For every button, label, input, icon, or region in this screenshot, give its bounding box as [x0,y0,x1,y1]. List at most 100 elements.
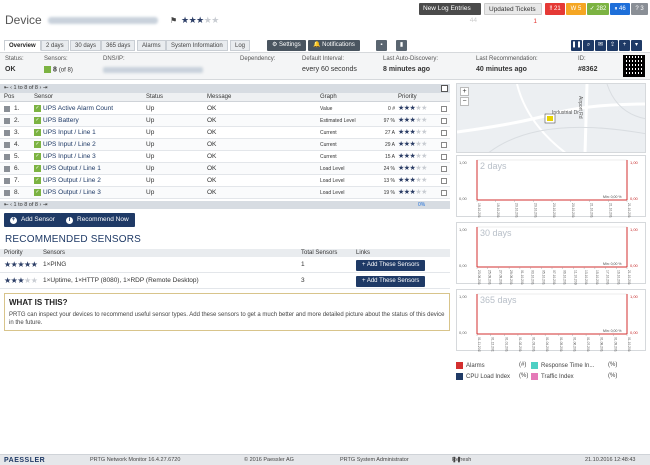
table-pager-bottom[interactable]: ⇤ ‹ 1 to 8 of 8 › ⇥ 0% [0,201,450,209]
graph-0[interactable]: 2 days 1,00 0,00 1,00 0,00 Min: 0,00 % 19.10.2… [456,155,646,229]
scan-icon[interactable]: ⌕ [583,40,594,51]
sensor-name-link[interactable]: UPS Output / Line 1 [43,163,101,175]
add-icon[interactable]: + [619,40,630,51]
new-log-entries-button[interactable]: New Log Entries 44 [419,3,481,24]
settings-button[interactable]: ⚙ Settings [267,40,306,51]
footer: PAESSLER PRTG Network Monitor 16.4.27.67… [0,454,650,465]
tab-log[interactable]: Log [230,40,251,51]
page-title-text: Device [5,13,42,27]
sensor-priority-stars[interactable]: ★★★ ★★ [398,175,427,187]
table-row[interactable]: 5. ✓ UPS Input / Line 3 Up OK Current 15 A ★★★ ★… [0,151,450,163]
row-checkbox[interactable] [441,178,447,184]
status-red-badge[interactable]: ‼ 21 [545,3,565,15]
more-icon[interactable]: ▾ [631,40,642,51]
pause-icon[interactable]: ❚❚ [571,40,582,51]
table-row[interactable]: 7. ✓ UPS Output / Line 2 Up OK Load Level 13 %… [0,175,450,187]
graph-2[interactable]: 365 days 1,00 0,00 1,00 0,00 Min: 0,00 % 01.11… [456,289,646,354]
footer-version[interactable]: PRTG Network Monitor 16.4.27.6720 [90,455,180,465]
notifications-button[interactable]: 🔔 Notifications [308,40,360,51]
row-checkbox[interactable] [441,190,447,196]
table-settings-icon[interactable] [441,85,448,92]
drag-handle-icon[interactable] [4,166,10,172]
sensor-name-link[interactable]: UPS Active Alarm Count [43,103,113,115]
table-row[interactable]: 4. ✓ UPS Input / Line 2 Up OK Current 29 A ★★★ ★… [0,139,450,151]
flag-icon[interactable]: ⚑ [170,16,177,25]
table-row[interactable]: 8. ✓ UPS Output / Line 3 Up OK Load Level 19 %… [0,187,450,199]
tab-system-information[interactable]: System Information [166,40,228,51]
email-icon[interactable]: ✉ [595,40,606,51]
x-tick-label: 17.10.2016 [606,270,610,285]
sensor-name-link[interactable]: UPS Input / Line 2 [43,139,96,151]
drag-handle-icon[interactable] [4,130,10,136]
table-row[interactable]: 3. ✓ UPS Input / Line 1 Up OK Current 27 A ★★★ ★… [0,127,450,139]
footer-user[interactable]: PRTG System Administrator [340,455,409,465]
graph-1[interactable]: 30 days 1,00 0,00 1,00 0,00 Min: 0,00 % 23.09.… [456,222,646,287]
add-these-sensors-button[interactable]: + Add These Sensors [356,276,426,287]
tab-2-days[interactable]: 2 days [41,40,69,51]
table-row[interactable]: 2. ✓ UPS Battery Up OK Estimated Level 97 % ★★★… [0,115,450,127]
pager-prev-icon[interactable]: ⇤ ‹ [4,85,14,91]
col-sensor[interactable]: Sensor [34,93,53,102]
status-yellow-badge[interactable]: W 5 [566,3,586,15]
pager-next-icon[interactable]: › ⇥ [38,85,47,91]
row-checkbox[interactable] [441,106,447,112]
sensor-priority-stars[interactable]: ★★★ ★★ [398,139,427,151]
drag-handle-icon[interactable] [4,178,10,184]
device-map[interactable]: + − Industrial Dr Airport Rd [456,83,646,153]
table-row[interactable]: 1. ✓ UPS Active Alarm Count Up OK Value 0 # ★★★… [0,103,450,115]
drag-handle-icon[interactable] [4,142,10,148]
sensor-priority-stars[interactable]: ★★★ ★★ [398,187,427,199]
status-green-badge[interactable]: ✓ 282 [587,3,609,15]
recommend-now-button[interactable]: i Recommend Now [60,213,135,227]
status-gray-badge[interactable]: ? 3 [631,3,648,15]
tab-365-days[interactable]: 365 days [101,40,136,51]
paessler-logo[interactable]: PAESSLER [4,455,45,465]
sensor-name-link[interactable]: UPS Battery [43,115,79,127]
drag-handle-icon[interactable] [4,106,10,112]
comments-icon[interactable]: ▪ [376,40,387,51]
sensor-name-link[interactable]: UPS Input / Line 1 [43,127,96,139]
add-these-sensors-button[interactable]: + Add These Sensors [356,260,426,271]
table-row[interactable]: 6. ✓ UPS Output / Line 1 Up OK Load Level 24 %… [0,163,450,175]
delete-icon[interactable]: ▮ [396,40,407,51]
sensor-priority-stars[interactable]: ★★★ ★★ [398,151,427,163]
updated-tickets-button[interactable]: Updated Tickets 1 [484,3,542,25]
status-blue-badge[interactable]: ⏸ 46 [610,3,630,15]
row-checkbox[interactable] [441,142,447,148]
sensor-priority-stars[interactable]: ★★★ ★★ [398,163,427,175]
device-priority-stars[interactable]: ★★★★★ [181,15,219,26]
zoom-in-button[interactable]: + [460,87,469,96]
row-pos: 2. [14,117,20,124]
col-status[interactable]: Status [146,93,163,102]
zoom-out-button[interactable]: − [460,97,469,106]
drag-handle-icon[interactable] [4,190,10,196]
row-checkbox[interactable] [441,154,447,160]
col-pos[interactable]: Pos [4,93,14,102]
row-checkbox[interactable] [441,130,447,136]
sensor-name-link[interactable]: UPS Output / Line 2 [43,175,101,187]
drag-handle-icon[interactable] [4,154,10,160]
pager-prev-icon-bottom[interactable]: ⇤ ‹ [4,202,14,208]
graph-min-note: Min: 0,00 % [603,329,621,333]
col-priority[interactable]: Priority [398,93,417,102]
sensor-priority-stars[interactable]: ★★★ ★★ [398,103,427,115]
add-sensor-button[interactable]: + Add Sensor [4,213,61,227]
table-pager-top[interactable]: ⇤ ‹ 1 to 8 of 8 › ⇥ [0,84,450,93]
row-checkbox[interactable] [441,166,447,172]
pager-next-icon-bottom[interactable]: › ⇥ [38,202,47,208]
sensor-name-link[interactable]: UPS Input / Line 3 [43,151,96,163]
tab-alarms[interactable]: Alarms [137,40,166,51]
sensor-name-link[interactable]: UPS Output / Line 3 [43,187,101,199]
drag-handle-icon[interactable] [4,118,10,124]
col-graph[interactable]: Graph [320,93,337,102]
col-message[interactable]: Message [207,93,231,102]
x-tick-label: 01.04.2016 [545,337,549,352]
tab-30-days[interactable]: 30 days [70,40,102,51]
qr-code[interactable] [623,55,645,77]
sensor-priority-stars[interactable]: ★★★ ★★ [398,127,427,139]
row-checkbox[interactable] [441,118,447,124]
sensor-message: OK [207,105,217,112]
share-icon[interactable]: ⇪ [607,40,618,51]
tab-overview[interactable]: Overview [4,40,41,51]
sensor-priority-stars[interactable]: ★★★ ★★ [398,115,427,127]
